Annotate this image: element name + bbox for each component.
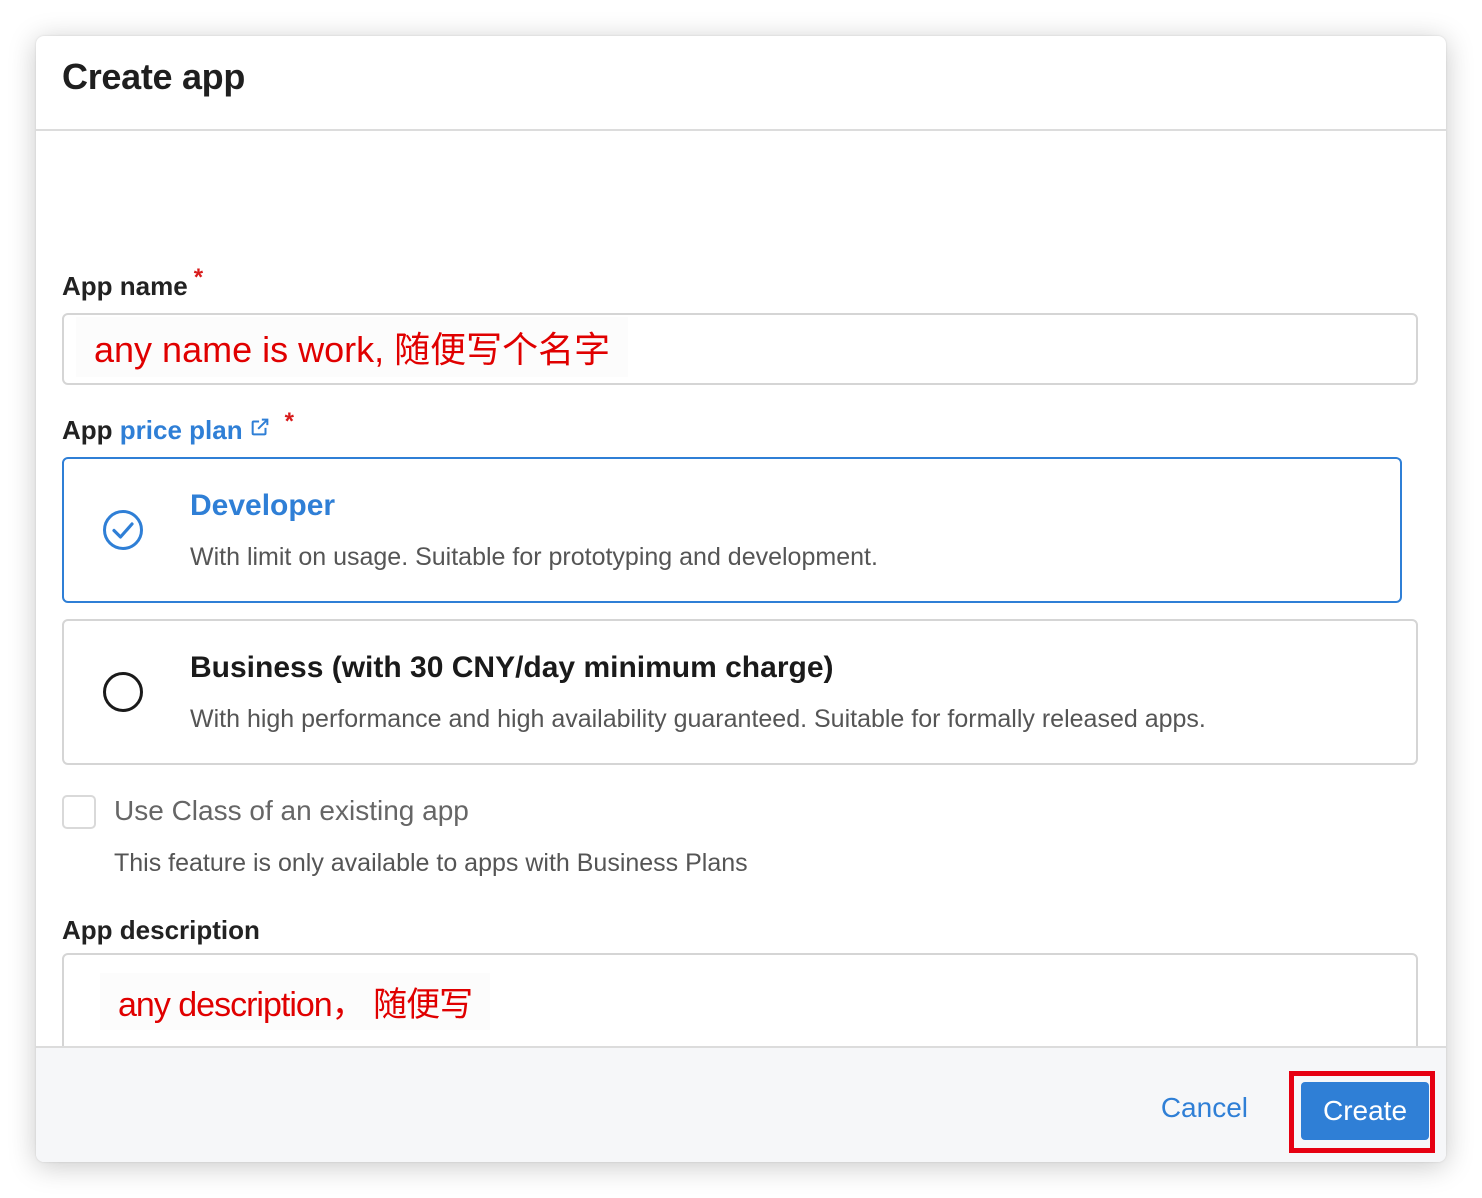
- app-name-input[interactable]: any name is work, 随便写个名字: [62, 313, 1418, 385]
- plan-description: With limit on usage. Suitable for protot…: [190, 543, 878, 571]
- price-plan-link[interactable]: price plan: [120, 415, 243, 445]
- external-link-icon[interactable]: [249, 414, 271, 445]
- use-class-label[interactable]: Use Class of an existing app: [114, 795, 469, 827]
- create-app-dialog: Create app App name * any name is work, 随…: [36, 36, 1446, 1162]
- use-class-hint: This feature is only available to apps w…: [114, 849, 748, 877]
- app-name-value: any name is work, 随便写个名字: [76, 317, 629, 377]
- app-name-label: App name *: [62, 264, 203, 302]
- radio-unchecked-icon: [102, 671, 144, 713]
- required-mark: *: [193, 264, 204, 291]
- plan-description: With high performance and high availabil…: [190, 705, 1206, 733]
- required-mark: *: [284, 408, 294, 435]
- plan-option-developer[interactable]: Developer With limit on usage. Suitable …: [62, 457, 1402, 603]
- app-name-label-text: App name: [62, 271, 188, 301]
- plan-option-business[interactable]: Business (with 30 CNY/day minimum charge…: [62, 619, 1418, 765]
- dialog-title: Create app: [62, 56, 246, 97]
- price-plan-label: App price plan *: [62, 408, 294, 448]
- check-circle-icon: [102, 509, 144, 551]
- create-button[interactable]: Create: [1301, 1082, 1429, 1140]
- use-class-checkbox[interactable]: [62, 795, 96, 829]
- plan-title: Developer: [190, 489, 336, 522]
- price-plan-prefix: App: [62, 415, 113, 445]
- cancel-button[interactable]: Cancel: [1161, 1092, 1248, 1124]
- dialog-header: Create app: [36, 36, 1446, 131]
- app-description-value: any description， 随便写: [100, 973, 491, 1030]
- app-description-label: App description: [62, 915, 260, 945]
- plan-title: Business (with 30 CNY/day minimum charge…: [190, 651, 834, 684]
- dialog-footer: Cancel Create: [36, 1046, 1446, 1162]
